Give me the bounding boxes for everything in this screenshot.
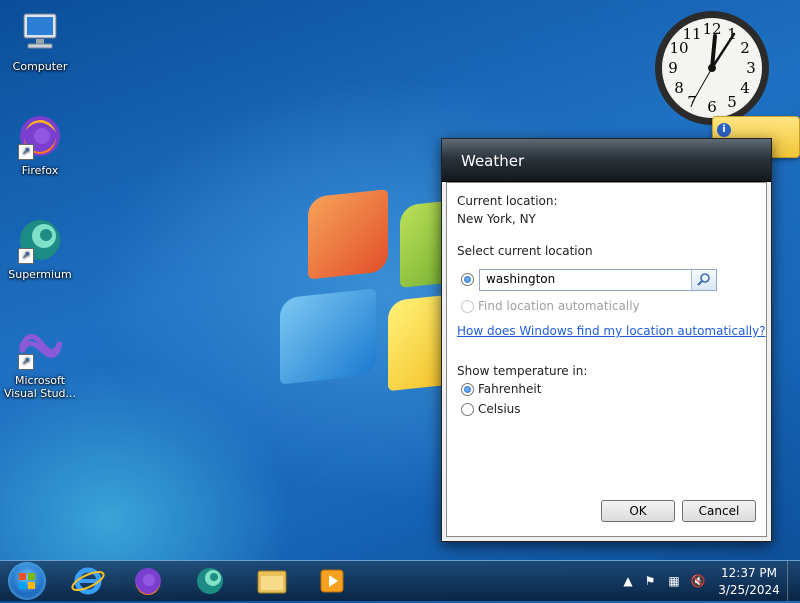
current-location-value: New York, NY: [457, 212, 536, 226]
clock-number: 6: [707, 98, 717, 116]
supermium-icon: [197, 568, 223, 594]
taskbar-firefox[interactable]: [128, 563, 168, 599]
ok-button[interactable]: OK: [601, 500, 675, 522]
analog-clock-icon: 12 1 2 3 4 5 6 7 8 9 10 11: [655, 11, 769, 125]
temperature-label: Show temperature in:: [457, 364, 588, 378]
firefox-icon: ↗: [16, 112, 64, 160]
taskbar-time: 12:37 PM: [721, 566, 777, 580]
desktop-icon-label: Firefox: [21, 164, 59, 177]
shortcut-arrow-icon: ↗: [18, 248, 34, 264]
show-hidden-icons-icon[interactable]: ▲: [620, 573, 636, 589]
location-search-input[interactable]: [480, 270, 692, 288]
radio-selected-icon: [461, 383, 474, 396]
network-icon[interactable]: ▦: [666, 573, 682, 589]
select-location-label: Select current location: [457, 244, 593, 258]
taskbar-internet-explorer[interactable]: [68, 563, 108, 599]
supermium-icon: ↗: [16, 216, 64, 264]
desktop-icon-firefox[interactable]: ↗ Firefox: [2, 112, 78, 177]
radio-selected-icon: [461, 273, 474, 286]
show-desktop-button[interactable]: [787, 561, 800, 601]
location-search-box: [479, 269, 717, 291]
celsius-option[interactable]: Celsius: [461, 402, 521, 416]
celsius-label: Celsius: [478, 402, 521, 416]
fahrenheit-label: Fahrenheit: [478, 382, 542, 396]
desktop-icon-supermium[interactable]: ↗ Supermium: [2, 216, 78, 281]
desktop-icon-label: Supermium: [8, 268, 72, 281]
desktop-icon-label: Microsoft Visual Stud...: [3, 374, 77, 400]
clock-number: 4: [740, 79, 750, 97]
desktop-icon-visual-studio[interactable]: ↗ Microsoft Visual Stud...: [2, 322, 78, 400]
taskbar-supermium[interactable]: [190, 563, 230, 599]
internet-explorer-icon: [71, 567, 105, 595]
search-icon: [697, 273, 710, 286]
shortcut-arrow-icon: ↗: [18, 354, 34, 370]
taskbar-date: 3/25/2024: [718, 583, 780, 597]
find-automatically-option[interactable]: Find location automatically: [461, 299, 640, 313]
folder-icon: [257, 570, 287, 594]
cancel-button[interactable]: Cancel: [682, 500, 756, 522]
dialog-body: Current location: New York, NY Select cu…: [446, 182, 767, 537]
taskbar-explorer[interactable]: [252, 563, 292, 599]
clock-number: 9: [668, 59, 678, 77]
location-search-radio[interactable]: [461, 272, 478, 286]
clock-number: 12: [702, 20, 721, 38]
info-icon: i: [717, 123, 731, 137]
clock-number: 8: [674, 79, 684, 97]
visual-studio-icon: ↗: [16, 322, 64, 370]
desktop-icon-label: Computer: [12, 60, 68, 73]
radio-unselected-icon: [461, 403, 474, 416]
current-location-label: Current location:: [457, 194, 558, 208]
start-button[interactable]: [8, 562, 46, 600]
windows-flag-icon: [19, 573, 35, 589]
action-center-flag-icon[interactable]: ⚑: [642, 573, 658, 589]
clock-number: 2: [740, 39, 750, 57]
shortcut-arrow-icon: ↗: [18, 144, 34, 160]
find-automatically-label: Find location automatically: [478, 299, 640, 313]
location-help-link[interactable]: How does Windows find my location automa…: [457, 324, 766, 338]
dialog-title: Weather: [442, 139, 771, 182]
media-player-icon: [320, 569, 344, 593]
taskbar: ▲ ⚑ ▦ 🔇 12:37 PM 3/25/2024: [0, 560, 800, 601]
taskbar-media-player[interactable]: [312, 563, 352, 599]
volume-muted-icon[interactable]: 🔇: [690, 573, 706, 589]
clock-number: 5: [727, 93, 737, 111]
radio-disabled-icon: [461, 300, 474, 313]
search-button[interactable]: [691, 270, 716, 290]
clock-gadget[interactable]: 12 1 2 3 4 5 6 7 8 9 10 11: [652, 8, 772, 128]
clock-number: 11: [682, 25, 701, 43]
firefox-icon: [135, 568, 161, 595]
fahrenheit-option[interactable]: Fahrenheit: [461, 382, 541, 396]
weather-dialog: Weather Current location: New York, NY S…: [441, 138, 772, 542]
desktop-icon-computer[interactable]: Computer: [2, 8, 78, 73]
taskbar-clock[interactable]: 12:37 PM 3/25/2024: [715, 565, 783, 599]
computer-icon: [16, 8, 64, 56]
clock-number: 3: [746, 59, 756, 77]
